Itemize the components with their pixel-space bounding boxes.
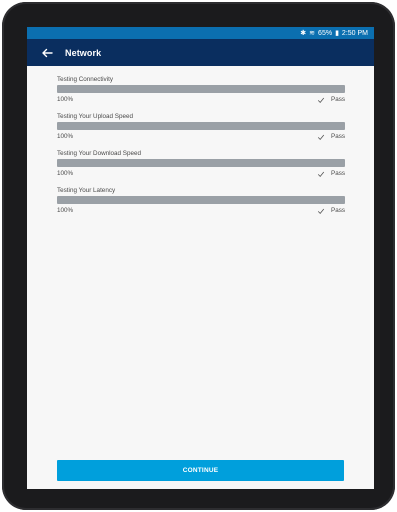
test-result: Pass xyxy=(317,170,345,178)
result-label: Pass xyxy=(331,170,345,177)
test-item-download-speed: Testing Your Download Speed 100% Pass xyxy=(57,149,345,178)
wifi-icon: ≋ xyxy=(309,29,316,37)
continue-button[interactable]: CONTINUE xyxy=(57,460,344,481)
progress-percent: 100% xyxy=(57,207,74,214)
test-list: Testing Connectivity 100% Pass Testing Y… xyxy=(57,75,345,223)
test-meta: 100% Pass xyxy=(57,169,345,178)
test-item-latency: Testing Your Latency 100% Pass xyxy=(57,186,345,215)
checkmark-icon xyxy=(317,97,325,103)
test-result: Pass xyxy=(317,96,345,104)
progress-fill xyxy=(57,196,345,204)
test-label: Testing Your Upload Speed xyxy=(57,113,133,120)
arrow-left-icon xyxy=(42,48,53,57)
test-item-connectivity: Testing Connectivity 100% Pass xyxy=(57,75,345,104)
checkmark-icon xyxy=(317,171,325,177)
progress-percent: 100% xyxy=(57,133,74,140)
test-label: Testing Your Download Speed xyxy=(57,150,142,157)
checkmark-icon xyxy=(317,134,325,140)
status-bar: ✱ ≋ 65% ▮ 2:50 PM xyxy=(27,27,374,39)
page-title: Network xyxy=(65,47,102,58)
back-button[interactable] xyxy=(41,47,53,59)
progress-bar xyxy=(57,85,345,93)
test-label: Testing Your Latency xyxy=(57,187,116,194)
test-result: Pass xyxy=(317,133,345,141)
progress-fill xyxy=(57,85,345,93)
result-label: Pass xyxy=(331,133,345,140)
test-meta: 100% Pass xyxy=(57,132,345,141)
clock: 2:50 PM xyxy=(341,29,368,37)
result-label: Pass xyxy=(331,96,345,103)
tablet-frame: ✱ ≋ 65% ▮ 2:50 PM Network Testing Connec… xyxy=(2,2,395,510)
progress-percent: 100% xyxy=(57,96,74,103)
bluetooth-icon: ✱ xyxy=(300,29,307,37)
progress-bar xyxy=(57,122,345,130)
test-result: Pass xyxy=(317,207,345,215)
test-meta: 100% Pass xyxy=(57,95,345,104)
progress-fill xyxy=(57,122,345,130)
battery-icon: ▮ xyxy=(335,29,339,37)
progress-bar xyxy=(57,159,345,167)
app-bar: Network xyxy=(27,39,374,66)
progress-bar xyxy=(57,196,345,204)
result-label: Pass xyxy=(331,207,345,214)
test-label: Testing Connectivity xyxy=(57,76,113,83)
progress-fill xyxy=(57,159,345,167)
progress-percent: 100% xyxy=(57,170,74,177)
checkmark-icon xyxy=(317,208,325,214)
test-meta: 100% Pass xyxy=(57,206,345,215)
battery-percent: 65% xyxy=(318,29,333,37)
test-item-upload-speed: Testing Your Upload Speed 100% Pass xyxy=(57,112,345,141)
screen: ✱ ≋ 65% ▮ 2:50 PM Network Testing Connec… xyxy=(27,27,374,489)
